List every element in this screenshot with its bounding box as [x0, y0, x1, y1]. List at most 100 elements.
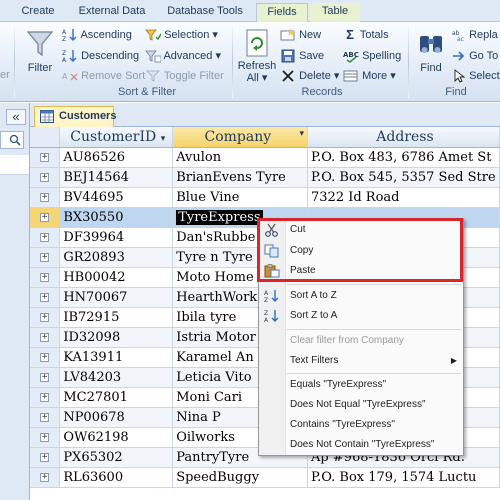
goto-button[interactable]: Go To [452, 49, 498, 63]
row-selector[interactable]: + [30, 407, 61, 428]
row-selector[interactable]: + [30, 247, 61, 268]
row-selector[interactable]: + [30, 147, 61, 168]
menu-item-sort-z-to-a[interactable]: ZA Sort Z to A [259, 306, 463, 326]
row-selector[interactable]: + [30, 267, 61, 288]
expand-icon[interactable]: + [40, 312, 50, 322]
expand-icon[interactable]: + [40, 152, 50, 162]
toggle-filter-button[interactable]: Toggle Filter [145, 69, 224, 83]
cell-id[interactable]: BX30550 [59, 207, 174, 228]
expand-icon[interactable]: + [40, 412, 50, 422]
expand-icon[interactable]: + [40, 272, 50, 282]
column-header-company[interactable]: Company ▾ [172, 127, 308, 148]
cell-company[interactable]: Avulon [172, 147, 308, 168]
chevron-down-icon[interactable]: ▾ [299, 129, 304, 139]
cell-address[interactable]: P.O. Box 483, 6786 Amet St [307, 147, 500, 168]
cell-id[interactable]: RL63600 [59, 467, 174, 488]
expand-icon[interactable]: + [40, 332, 50, 342]
row-selector[interactable]: + [30, 387, 61, 408]
row-selector[interactable]: + [30, 447, 61, 468]
cell-id[interactable]: PX65302 [59, 447, 174, 468]
expand-icon[interactable]: + [40, 172, 50, 182]
menu-item-clear-filter[interactable]: Clear filter from Company [259, 331, 463, 351]
descending-button[interactable]: ZA Descending [62, 49, 139, 63]
menu-item-text-filters[interactable]: Text Filters ▶ [259, 351, 463, 371]
cell-address[interactable]: P.O. Box 545, 5357 Sed Stre [307, 167, 500, 188]
selection-dropdown[interactable]: Selection ▾ [145, 28, 218, 42]
cell-id[interactable]: DF39964 [59, 227, 174, 248]
cell-id[interactable]: LV84203 [59, 367, 174, 388]
column-header-customerid[interactable]: CustomerID ▾ [59, 127, 174, 148]
cell-id[interactable]: ID32098 [59, 327, 174, 348]
table-row[interactable]: + BV44695 Blue Vine 7322 Id Road [30, 187, 500, 208]
advanced-dropdown[interactable]: Advanced ▾ [145, 49, 221, 63]
nav-item[interactable] [0, 155, 29, 175]
ascending-button[interactable]: AZ Ascending [62, 28, 132, 42]
cell-address[interactable]: P.O. Box 179, 1574 Luctu [307, 467, 500, 488]
expand-icon[interactable]: + [40, 192, 50, 202]
table-row[interactable]: + BEJ14564 BrianEvens Tyre P.O. Box 545, 53… [30, 167, 500, 188]
row-selector[interactable]: + [30, 327, 61, 348]
expand-icon[interactable]: + [40, 452, 50, 462]
row-selector[interactable]: + [30, 187, 61, 208]
replace-button[interactable]: ab ac Repla [452, 28, 498, 42]
cell-id[interactable]: HB00042 [59, 267, 174, 288]
row-selector[interactable]: + [30, 347, 61, 368]
row-selector[interactable]: + [30, 227, 61, 248]
tab-customers[interactable]: Customers [34, 106, 116, 127]
expand-icon[interactable]: + [40, 432, 50, 442]
cell-id[interactable]: AU86526 [59, 147, 174, 168]
cell-id[interactable]: NP00678 [59, 407, 174, 428]
menu-item-does-not-equal[interactable]: Does Not Equal "TyreExpress" [259, 395, 463, 415]
cell-id[interactable]: OW62198 [59, 427, 174, 448]
collapse-nav-button[interactable]: « [6, 109, 26, 125]
tab-fields[interactable]: Fields [256, 3, 308, 22]
tab-table[interactable]: Table [310, 3, 360, 22]
expand-icon[interactable]: + [40, 472, 50, 482]
column-header-address[interactable]: Address [307, 127, 500, 148]
row-selector[interactable]: + [30, 307, 61, 328]
expand-icon[interactable]: + [40, 352, 50, 362]
find-button[interactable]: Find [412, 28, 450, 74]
cell-id[interactable]: HN70067 [59, 287, 174, 308]
cell-id[interactable]: IB72915 [59, 307, 174, 328]
row-selector[interactable]: + [30, 367, 61, 388]
cell-company[interactable]: Blue Vine [172, 187, 308, 208]
select-button[interactable]: Select [452, 69, 500, 83]
table-row[interactable]: + AU86526 Avulon P.O. Box 483, 6786 Amet St [30, 147, 500, 168]
cell-id[interactable]: MC27801 [59, 387, 174, 408]
expand-icon[interactable]: + [40, 392, 50, 402]
spelling-button[interactable]: ABC Spelling [343, 49, 401, 64]
row-selector[interactable]: + [30, 467, 61, 488]
tab-database-tools[interactable]: Database Tools [162, 3, 248, 22]
row-selector[interactable]: + [30, 167, 61, 188]
refresh-all-button[interactable]: Refresh All ▾ [236, 28, 278, 84]
filter-button[interactable]: Filter [20, 28, 60, 74]
more-dropdown[interactable]: More ▾ [343, 69, 396, 83]
remove-sort-button[interactable]: A Remove Sort [62, 69, 145, 83]
expand-icon[interactable]: + [40, 232, 50, 242]
chevron-down-icon[interactable]: ▾ [161, 134, 166, 144]
expand-icon[interactable]: + [40, 212, 50, 222]
cell-id[interactable]: KA13911 [59, 347, 174, 368]
cell-address[interactable]: 7322 Id Road [307, 187, 500, 208]
new-record-button[interactable]: New [280, 28, 321, 42]
expand-icon[interactable]: + [40, 252, 50, 262]
cell-id[interactable]: GR20893 [59, 247, 174, 268]
expand-icon[interactable]: + [40, 372, 50, 382]
menu-item-equals[interactable]: Equals "TyreExpress" [259, 375, 463, 395]
tab-external-data[interactable]: External Data [72, 3, 152, 22]
row-selector[interactable]: + [30, 287, 61, 308]
table-row[interactable]: + RL63600 SpeedBuggy P.O. Box 179, 1574 Luc… [30, 467, 500, 488]
menu-item-contains[interactable]: Contains "TyreExpress" [259, 415, 463, 435]
nav-search-input[interactable] [0, 131, 24, 149]
totals-button[interactable]: Σ Totals [343, 28, 389, 42]
cell-company[interactable]: BrianEvens Tyre [172, 167, 308, 188]
menu-item-sort-a-to-z[interactable]: AZ Sort A to Z [259, 286, 463, 306]
delete-dropdown[interactable]: Delete ▾ [280, 69, 339, 83]
select-all-cell[interactable] [30, 127, 61, 148]
cell-id[interactable]: BV44695 [59, 187, 174, 208]
cell-company[interactable]: SpeedBuggy [172, 467, 308, 488]
expand-icon[interactable]: + [40, 292, 50, 302]
row-selector[interactable]: + [30, 427, 61, 448]
cell-id[interactable]: BEJ14564 [59, 167, 174, 188]
